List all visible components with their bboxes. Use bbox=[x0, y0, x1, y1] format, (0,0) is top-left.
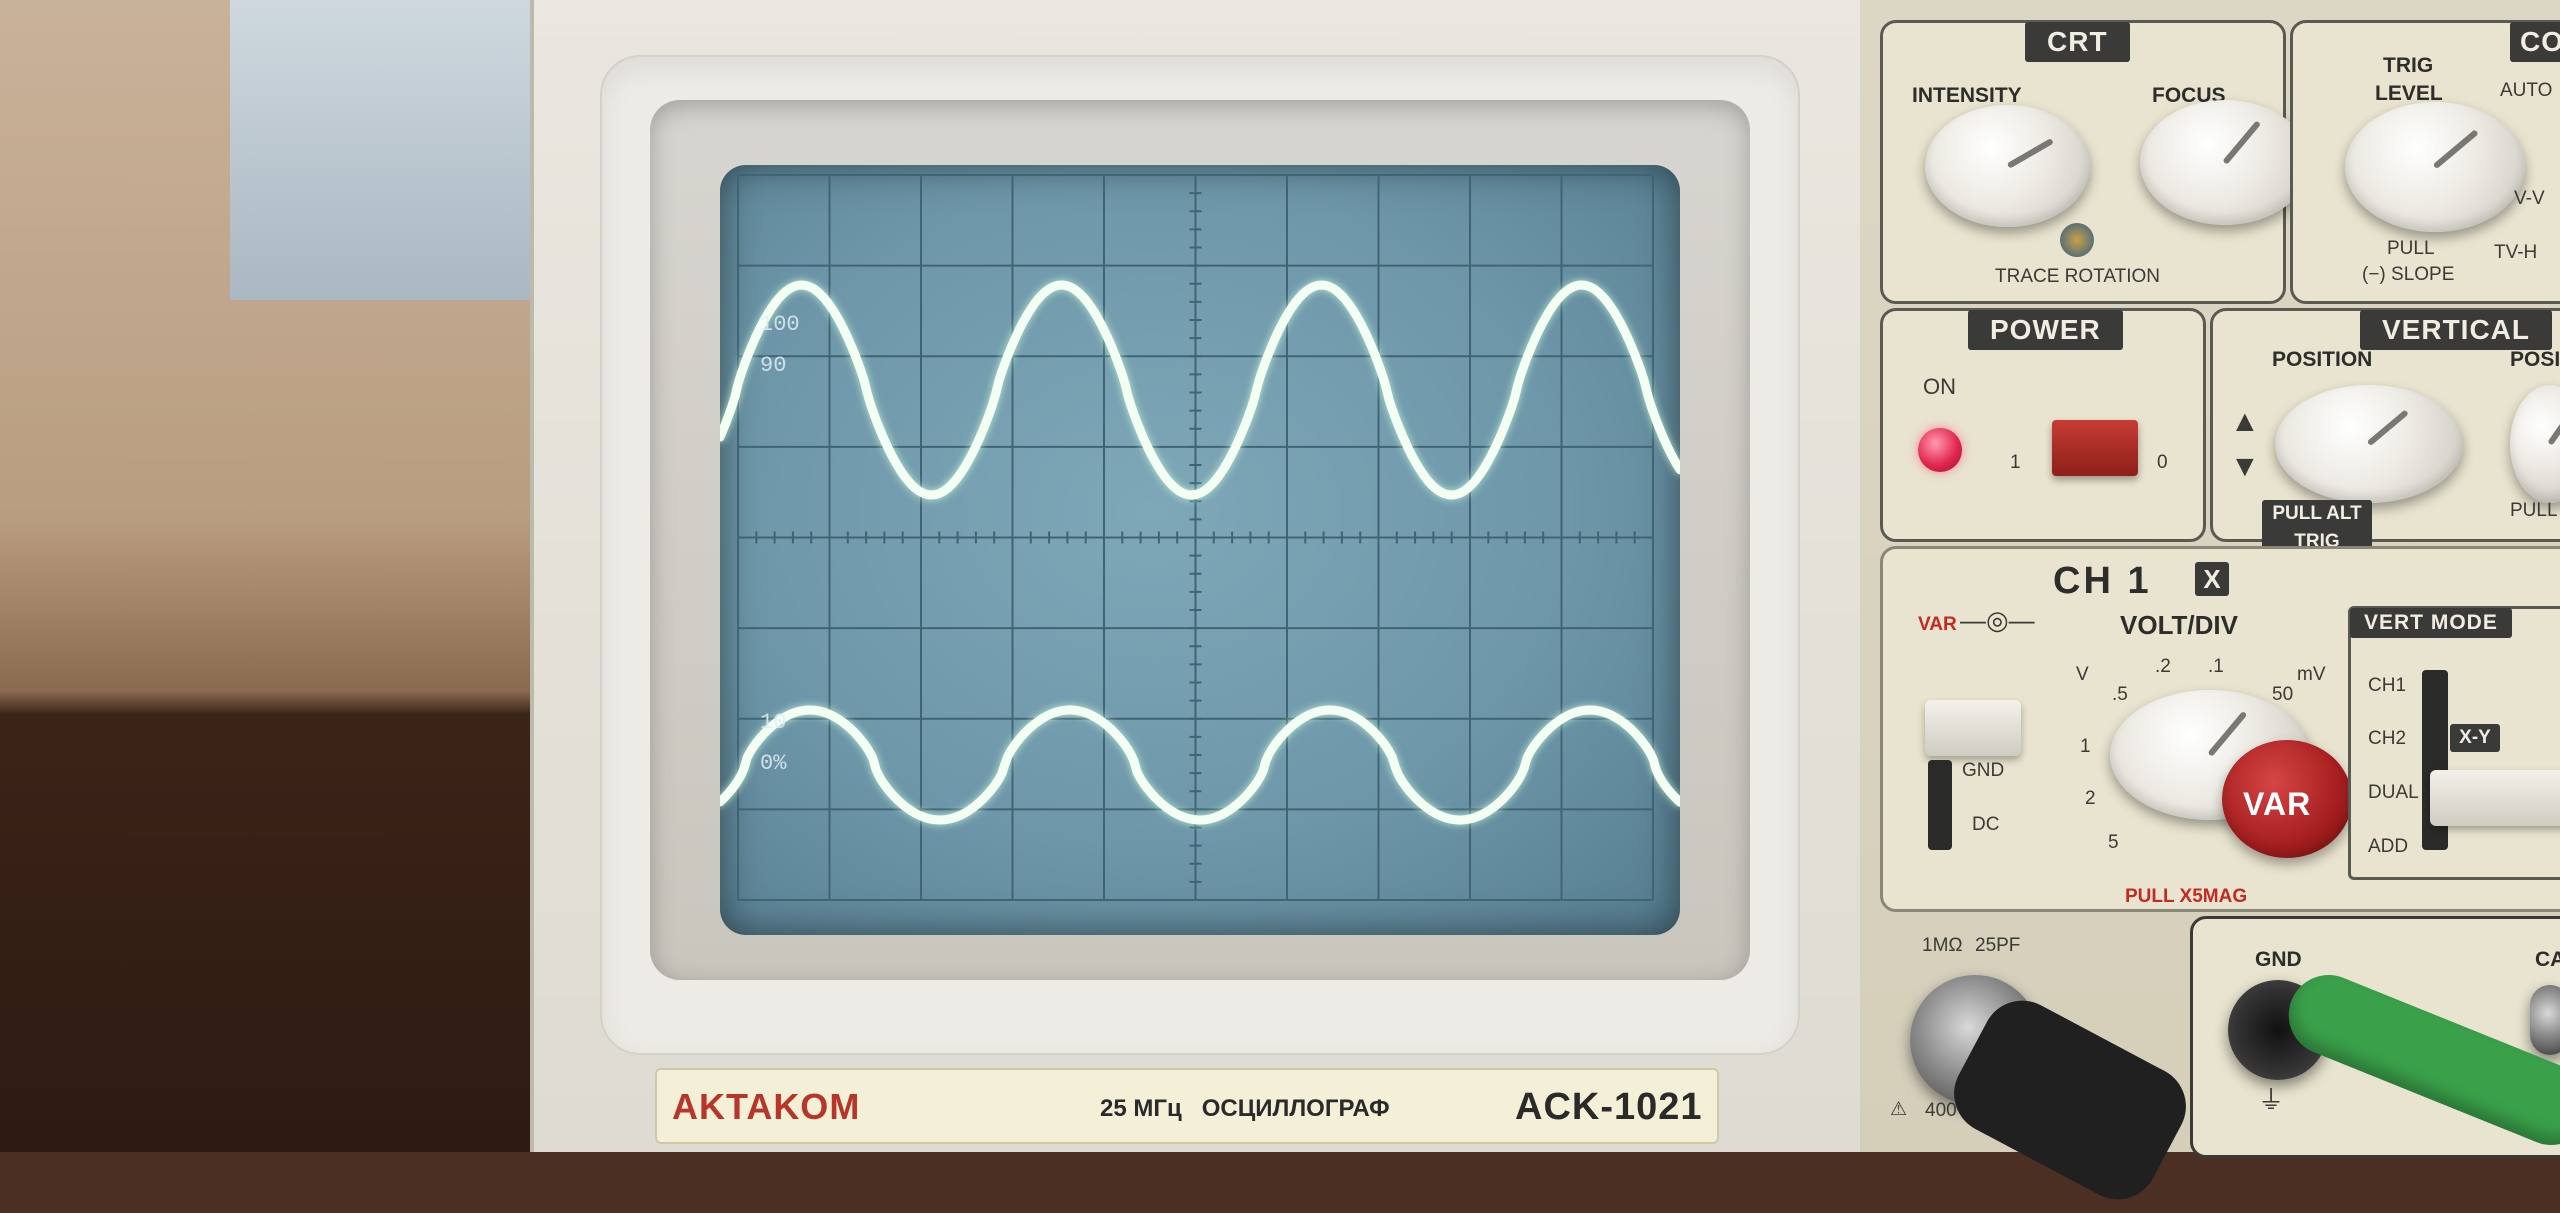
coupling-section-title: COU bbox=[2510, 22, 2560, 62]
scale-0-1: .1 bbox=[2208, 656, 2224, 677]
position-ch2-pull-label: PULL bbox=[2510, 500, 2558, 521]
tv-h-label: TV-H bbox=[2494, 242, 2538, 263]
coupling-gnd-label: GND bbox=[1962, 760, 2005, 781]
scale-mv: mV bbox=[2297, 664, 2326, 685]
graticule-and-traces bbox=[720, 174, 1680, 901]
scale-50: 50 bbox=[2272, 684, 2294, 705]
scale-5: 5 bbox=[2108, 832, 2119, 853]
focus-knob[interactable] bbox=[2140, 100, 2310, 225]
pull-x5mag-label: PULL X5MAG bbox=[2125, 886, 2248, 907]
ch1-position-knob[interactable] bbox=[2275, 385, 2463, 503]
cal-label: CA bbox=[2535, 948, 2560, 971]
pull-label: PULL bbox=[2387, 238, 2435, 259]
graticule-label-100: 100 bbox=[760, 312, 800, 337]
window-background bbox=[230, 0, 560, 300]
position-ch2-label: POSI bbox=[2510, 348, 2560, 371]
graticule-label-90: 90 bbox=[760, 353, 787, 378]
input-impedance: 1MΩ bbox=[1922, 935, 1963, 956]
scale-v: V bbox=[2076, 664, 2089, 685]
tv-v-label: V-V bbox=[2514, 188, 2545, 209]
crt-screen: 100 90 10 0% bbox=[720, 165, 1680, 935]
brand-logo: AKTAKOM bbox=[672, 1086, 861, 1127]
trace-channel-lower bbox=[720, 705, 1680, 825]
power-on-label: ON bbox=[1923, 374, 1956, 399]
scale-0-5: .5 bbox=[2112, 684, 2128, 705]
graticule-label-0: 0% bbox=[760, 751, 787, 776]
vert-mode-switch[interactable] bbox=[2430, 770, 2560, 826]
input-coupling-switch[interactable] bbox=[1925, 700, 2021, 756]
auto-label: AUTO bbox=[2500, 80, 2553, 101]
var-link-icon: —◎— bbox=[1960, 605, 2035, 635]
vert-mode-ch2: CH2 bbox=[2368, 728, 2407, 749]
vert-mode-ch1: CH1 bbox=[2368, 675, 2407, 696]
trace-rotation-screw-icon[interactable] bbox=[2060, 223, 2094, 257]
intensity-knob[interactable] bbox=[1925, 105, 2090, 227]
cal-terminal[interactable] bbox=[2530, 985, 2560, 1055]
model-number: ACK-1021 bbox=[1515, 1086, 1703, 1128]
vert-mode-title: VERT MODE bbox=[2350, 608, 2512, 638]
slope-label: (−) SLOPE bbox=[2362, 264, 2455, 285]
position-label: POSITION bbox=[2272, 348, 2373, 371]
coupling-switch-track bbox=[1928, 760, 1952, 850]
power-pos-1-label: 1 bbox=[2010, 452, 2021, 473]
power-switch[interactable] bbox=[2052, 420, 2138, 476]
position-arrows-down-icon: ▼ bbox=[2230, 450, 2260, 483]
scale-2: 2 bbox=[2085, 788, 2096, 809]
brand-subtitle: 25 МГц ОСЦИЛЛОГРАФ bbox=[1100, 1095, 1390, 1122]
input-capacitance: 25PF bbox=[1975, 935, 2021, 956]
vert-mode-xy: X-Y bbox=[2450, 724, 2500, 752]
alt-trig-alt: ALT bbox=[2326, 503, 2362, 524]
vert-mode-add: ADD bbox=[2368, 836, 2409, 857]
alt-trig-pull: PULL bbox=[2272, 503, 2322, 524]
crt-section-title: CRT bbox=[2025, 22, 2130, 62]
var-label: VAR bbox=[1918, 614, 1957, 635]
scale-1: 1 bbox=[2080, 736, 2091, 757]
input-max-voltage: 400 bbox=[1925, 1100, 1957, 1121]
trig-level-label-1: TRIG bbox=[2383, 54, 2434, 77]
vert-mode-dual: DUAL bbox=[2368, 782, 2419, 803]
power-pos-0-label: 0 bbox=[2157, 452, 2168, 473]
position-arrows-icon: ▲ bbox=[2230, 405, 2260, 438]
ch1-title: CH 1 bbox=[2053, 560, 2152, 602]
vertical-section-title: VERTICAL bbox=[2360, 310, 2552, 350]
trace-channel-upper bbox=[720, 280, 1680, 500]
trace-rotation-label: TRACE ROTATION bbox=[1995, 266, 2161, 287]
power-section-title: POWER bbox=[1968, 310, 2123, 350]
ground-symbol-icon: ⏚ bbox=[2258, 1085, 2285, 1115]
gnd-terminal-label: GND bbox=[2255, 948, 2302, 971]
warning-triangle-icon: ⚠ bbox=[1890, 1099, 1908, 1120]
ch1-x-badge: X bbox=[2195, 562, 2229, 596]
graticule-label-10: 10 bbox=[760, 710, 787, 735]
power-led bbox=[1918, 428, 1962, 472]
var-knob-label: VAR bbox=[2243, 786, 2312, 822]
volt-div-label: VOLT/DIV bbox=[2120, 610, 2238, 640]
coupling-dc-label: DC bbox=[1972, 814, 2000, 835]
scale-0-2: .2 bbox=[2155, 656, 2171, 677]
trig-level-knob[interactable] bbox=[2345, 102, 2525, 232]
